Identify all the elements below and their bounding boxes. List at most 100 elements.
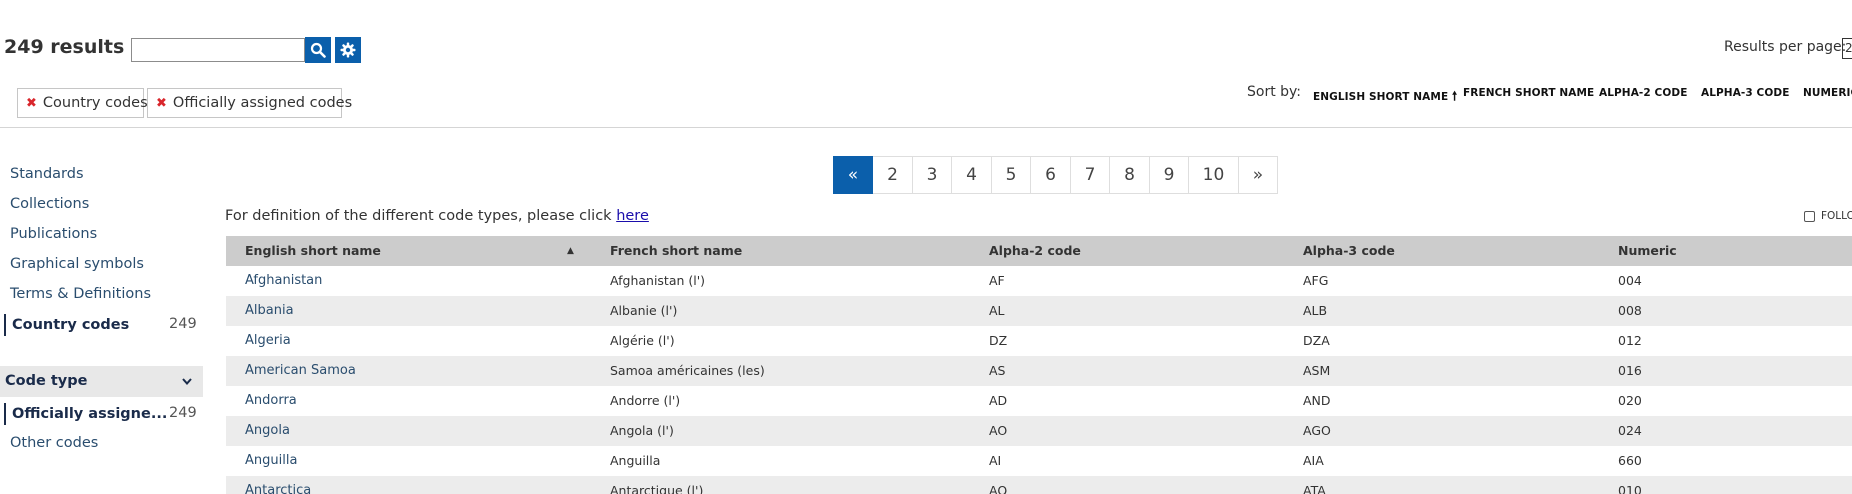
remove-filter-icon[interactable]: ✖ — [26, 96, 37, 111]
filter-tag-label: Officially assigned codes — [172, 95, 353, 111]
sort-option-french-short-name[interactable]: FRENCH SHORT NAME — [1463, 87, 1594, 99]
definition-note: For definition of the different code typ… — [225, 208, 649, 224]
results-per-page-select[interactable]: 2 — [1842, 38, 1852, 59]
country-name-link[interactable]: Algeria — [245, 326, 291, 356]
pagination-page[interactable]: 9 — [1150, 156, 1189, 194]
numeric-cell: 010 — [1618, 483, 1642, 494]
alpha-2-cell: AS — [989, 363, 1006, 378]
definition-note-text: For definition of the different code typ… — [225, 208, 617, 224]
sidebar-item-terms-definitions[interactable]: Terms & Definitions — [10, 286, 151, 302]
table-row: Afghanistan Afghanistan (l') AF AFG 004 — [226, 266, 1852, 296]
alpha-3-cell: AGO — [1303, 423, 1331, 438]
gear-icon — [340, 42, 356, 58]
numeric-cell: 660 — [1618, 453, 1642, 468]
country-name-link[interactable]: Angola — [245, 416, 290, 446]
settings-button[interactable] — [335, 37, 361, 63]
alpha-3-cell: ALB — [1303, 303, 1328, 318]
results-per-page-label: Results per page: — [1724, 39, 1847, 55]
french-name-cell: Albanie (l') — [610, 303, 678, 318]
alpha-3-cell: DZA — [1303, 333, 1330, 348]
facet-item-other-codes[interactable]: Other codes — [10, 435, 98, 451]
follow-checkbox[interactable] — [1804, 210, 1815, 222]
remove-filter-icon[interactable]: ✖ — [156, 96, 167, 111]
pagination: « 2 3 4 5 6 7 8 9 10 » — [833, 156, 1278, 194]
sidebar-item-publications[interactable]: Publications — [10, 226, 97, 242]
table-row: Antarctica Antarctique (l') AQ ATA 010 — [226, 476, 1852, 494]
filter-tag-label: Country codes — [42, 95, 148, 111]
search-icon — [310, 42, 326, 58]
sidebar-item-country-codes[interactable]: Country codes — [4, 314, 129, 336]
sort-option-numeric-code[interactable]: NUMERIC C — [1803, 87, 1852, 99]
facet-item-officially-assigned[interactable]: Officially assigne... — [4, 403, 167, 425]
header-divider — [0, 127, 1852, 128]
alpha-3-cell: ATA — [1303, 483, 1326, 494]
alpha-3-cell: AFG — [1303, 273, 1329, 288]
country-name-link[interactable]: Albania — [245, 296, 294, 326]
alpha-3-cell: AND — [1303, 393, 1331, 408]
sidebar-item-collections[interactable]: Collections — [10, 196, 89, 212]
column-header-numeric[interactable]: Numeric — [1618, 236, 1677, 266]
sidebar-item-graphical-symbols[interactable]: Graphical symbols — [10, 256, 144, 272]
table-header: English short name ▲ French short name A… — [226, 236, 1852, 266]
country-name-link[interactable]: Antarctica — [245, 476, 311, 494]
column-header-alpha-2-code[interactable]: Alpha-2 code — [989, 236, 1081, 266]
numeric-cell: 012 — [1618, 333, 1642, 348]
french-name-cell: Antarctique (l') — [610, 483, 704, 494]
country-name-link[interactable]: Andorra — [245, 386, 297, 416]
french-name-cell: Afghanistan (l') — [610, 273, 706, 288]
french-name-cell: Anguilla — [610, 453, 661, 468]
filter-tag-country-codes[interactable]: ✖ Country codes — [17, 88, 148, 118]
french-name-cell: Samoa américaines (les) — [610, 363, 765, 378]
pagination-page[interactable]: 2 — [873, 156, 913, 194]
table-row: Albania Albanie (l') AL ALB 008 — [226, 296, 1852, 326]
table-row: Anguilla Anguilla AI AIA 660 — [226, 446, 1852, 476]
pagination-first[interactable]: « — [833, 156, 873, 194]
country-codes-table: English short name ▲ French short name A… — [226, 236, 1852, 494]
sort-option-alpha-3-code[interactable]: ALPHA-3 CODE — [1701, 87, 1789, 99]
pagination-page[interactable]: 8 — [1110, 156, 1150, 194]
french-name-cell: Algérie (l') — [610, 333, 675, 348]
column-header-french-short-name[interactable]: French short name — [610, 236, 742, 266]
alpha-2-cell: AQ — [989, 483, 1008, 494]
alpha-3-cell: ASM — [1303, 363, 1331, 378]
sort-label: Sort by: — [1247, 84, 1302, 100]
sidebar-item-standards[interactable]: Standards — [10, 166, 84, 182]
alpha-2-cell: AO — [989, 423, 1008, 438]
alpha-2-cell: AI — [989, 453, 1002, 468]
country-name-link[interactable]: Anguilla — [245, 446, 297, 476]
pagination-page[interactable]: 6 — [1031, 156, 1071, 194]
numeric-cell: 020 — [1618, 393, 1642, 408]
pagination-page[interactable]: 4 — [952, 156, 992, 194]
facet-title: Code type — [5, 373, 88, 389]
country-name-link[interactable]: American Samoa — [245, 356, 356, 386]
filter-tag-officially-assigned[interactable]: ✖ Officially assigned codes — [147, 88, 352, 118]
french-name-cell: Andorre (l') — [610, 393, 681, 408]
alpha-3-cell: AIA — [1303, 453, 1324, 468]
follow-toggle[interactable]: FOLLO — [1804, 210, 1852, 222]
column-header-alpha-3-code[interactable]: Alpha-3 code — [1303, 236, 1395, 266]
search-input[interactable] — [131, 38, 305, 62]
pagination-page[interactable]: 7 — [1071, 156, 1110, 194]
table-row: Andorra Andorre (l') AD AND 020 — [226, 386, 1852, 416]
definition-link[interactable]: here — [616, 208, 649, 224]
sidebar-item-count: 249 — [169, 316, 197, 332]
country-name-link[interactable]: Afghanistan — [245, 266, 322, 296]
pagination-page[interactable]: 3 — [913, 156, 952, 194]
pagination-page[interactable]: 10 — [1189, 156, 1239, 194]
sort-option-english-short-name[interactable]: ENGLISH SHORT NAME 🠕 — [1313, 87, 1457, 108]
sort-option-alpha-2-code[interactable]: ALPHA-2 CODE — [1599, 87, 1687, 99]
alpha-2-cell: AD — [989, 393, 1008, 408]
numeric-cell: 016 — [1618, 363, 1642, 378]
pagination-next[interactable]: » — [1239, 156, 1278, 194]
numeric-cell: 004 — [1618, 273, 1642, 288]
alpha-2-cell: DZ — [989, 333, 1008, 348]
pagination-page[interactable]: 5 — [992, 156, 1031, 194]
column-header-english-short-name[interactable]: English short name — [245, 236, 381, 266]
table-row: American Samoa Samoa américaines (les) A… — [226, 356, 1852, 386]
table-body: Afghanistan Afghanistan (l') AF AFG 004 … — [226, 266, 1852, 494]
sort-up-icon[interactable]: ▲ — [567, 236, 574, 266]
search-button[interactable] — [305, 37, 331, 63]
facet-header-code-type[interactable]: Code type — [0, 366, 203, 397]
facet-item-count: 249 — [169, 405, 197, 421]
alpha-2-cell: AF — [989, 273, 1005, 288]
